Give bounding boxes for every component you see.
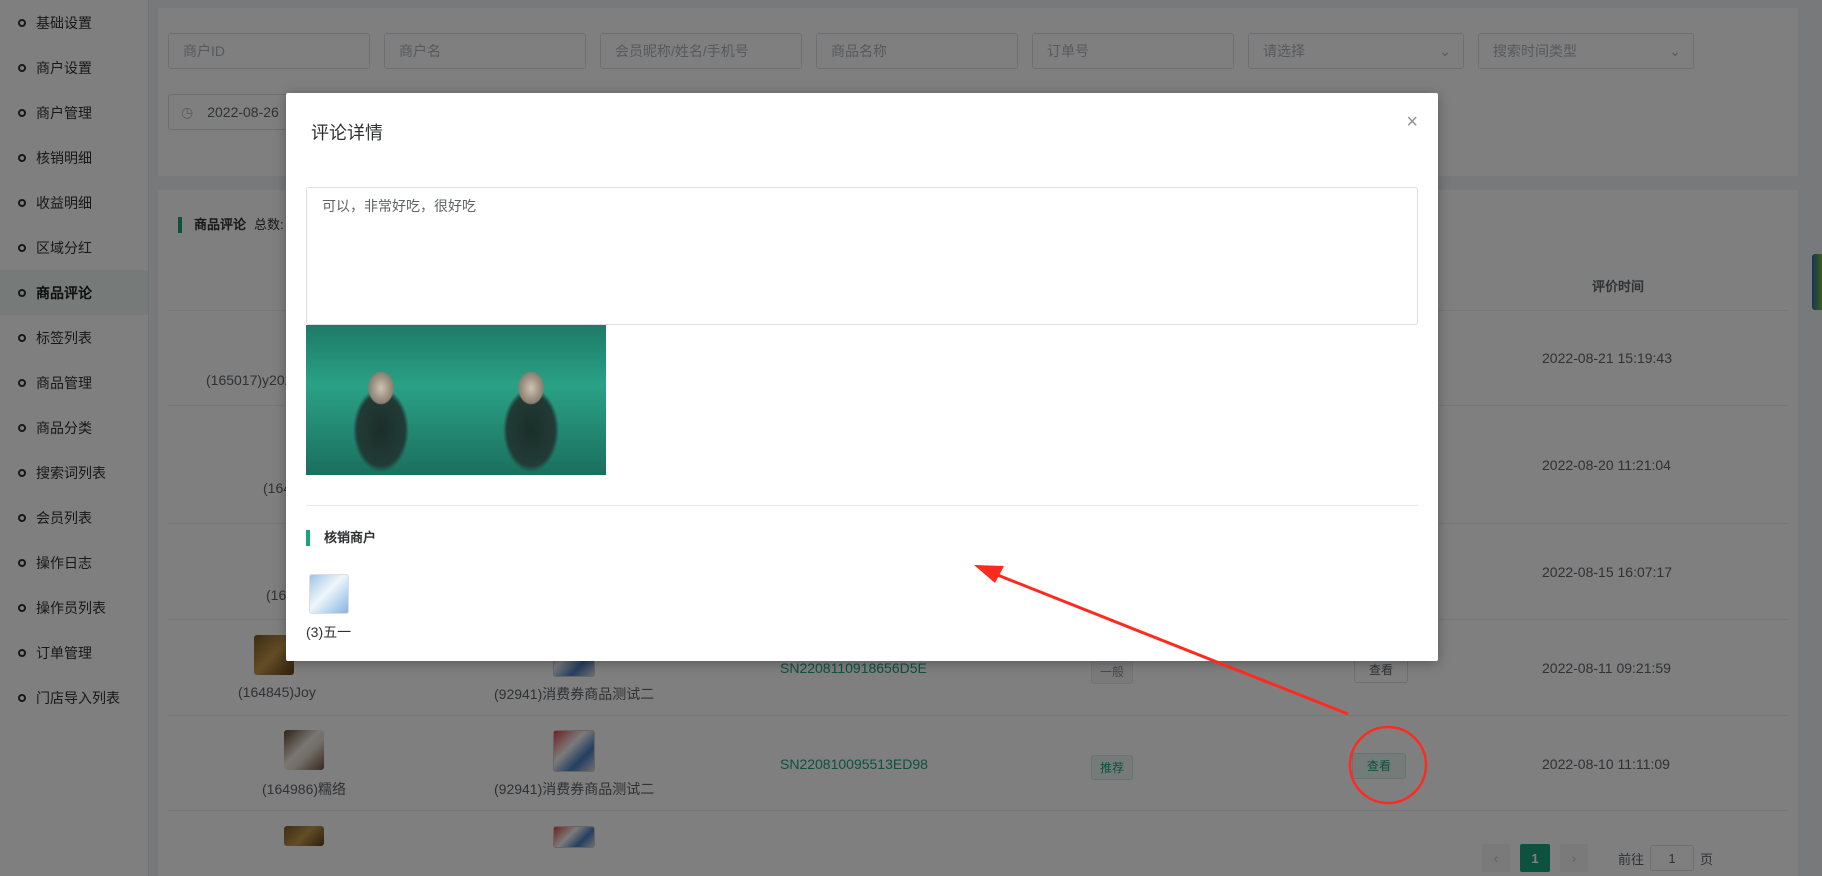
annotation-arrowhead — [974, 565, 1004, 583]
annotation-overlay — [974, 565, 1428, 805]
annotation-arrow-line — [989, 570, 1349, 716]
annotation-circle — [1348, 725, 1428, 805]
